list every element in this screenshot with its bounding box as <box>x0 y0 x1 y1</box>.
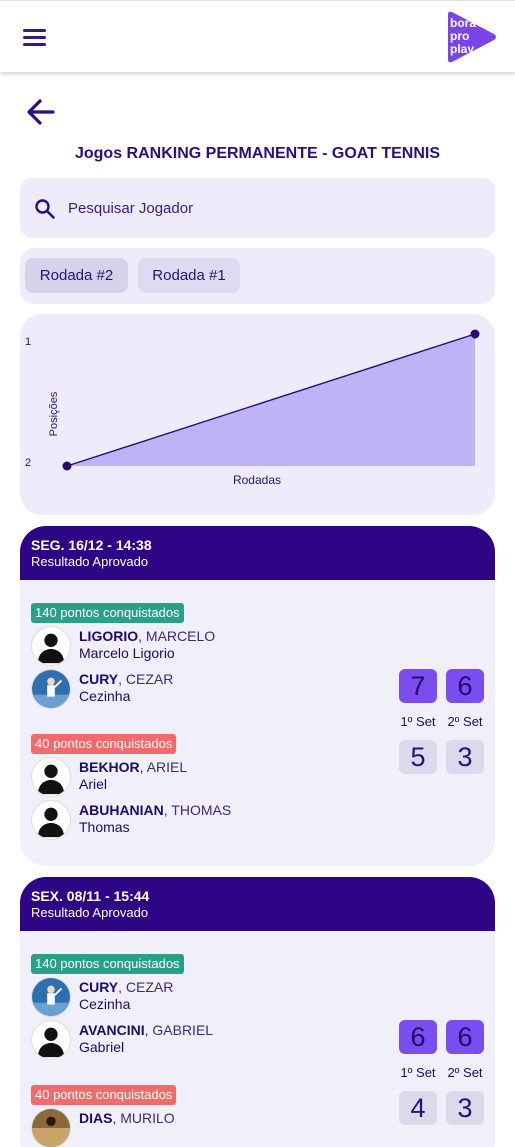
loser-set-score: 3 <box>446 1091 484 1125</box>
default-avatar[interactable] <box>31 626 71 666</box>
player-photo-avatar[interactable] <box>31 977 71 1017</box>
winner-set-score: 6 <box>446 1020 484 1054</box>
svg-text:play: play <box>450 42 474 56</box>
bora-pro-play-logo[interactable]: bora pro play <box>444 11 498 63</box>
default-avatar[interactable] <box>31 757 71 797</box>
loser-points-badge: 40 pontos conquistados <box>31 734 177 754</box>
player-row: DIAS, MURILO <box>31 1108 331 1147</box>
match-status: Resultado Aprovado <box>31 554 149 569</box>
player-row: CURY, CEZAR Cezinha <box>31 977 331 1017</box>
player-name[interactable]: BEKHOR, ARIEL <box>79 759 187 775</box>
loser-set-score: 3 <box>446 740 484 774</box>
hamburger-menu-icon[interactable] <box>22 26 48 48</box>
player-nickname: Cezinha <box>79 688 131 704</box>
default-avatar[interactable] <box>31 1020 71 1060</box>
round-chip-1[interactable]: Rodada #1 <box>138 258 240 293</box>
player-nickname: Gabriel <box>79 1039 125 1055</box>
winner-points-badge: 140 pontos conquistados <box>31 603 184 623</box>
match-card[interactable]: SEG. 16/12 - 14:38 Resultado Aprovado 14… <box>20 526 495 866</box>
player-name[interactable]: CURY, CEZAR <box>79 979 173 995</box>
set-label: 2º Set <box>447 714 483 729</box>
match-card[interactable]: SEX. 08/11 - 15:44 Resultado Aprovado 14… <box>20 877 495 1147</box>
player-row: CURY, CEZAR Cezinha <box>31 669 331 709</box>
player-row: LIGORIO, MARCELO Marcelo Ligorio <box>31 626 331 666</box>
y-axis-label: Posições <box>48 391 60 436</box>
search-icon <box>35 199 55 219</box>
set-label: 1º Set <box>400 1065 436 1080</box>
player-row: ABUHANIAN, THOMAS Thomas <box>31 800 331 840</box>
winner-points-badge: 140 pontos conquistados <box>31 954 184 974</box>
round-chip-2[interactable]: Rodada #2 <box>25 258 128 293</box>
loser-set-score: 4 <box>399 1091 437 1125</box>
winner-set-score: 7 <box>399 669 437 703</box>
chart-plot: 1 2 Posições Rodadas <box>25 329 480 487</box>
chart-data-point[interactable] <box>62 461 72 471</box>
y-tick-label: 1 <box>25 336 31 348</box>
match-status: Resultado Aprovado <box>31 905 149 920</box>
player-name[interactable]: CURY, CEZAR <box>79 671 173 687</box>
arrow-left-icon[interactable] <box>24 95 58 129</box>
player-name[interactable]: DIAS, MURILO <box>79 1110 175 1126</box>
winner-set-score: 6 <box>446 669 484 703</box>
player-name[interactable]: ABUHANIAN, THOMAS <box>79 802 231 818</box>
set-label: 1º Set <box>400 714 436 729</box>
player-photo-avatar[interactable] <box>31 669 71 709</box>
player-row: AVANCINI, GABRIEL Gabriel <box>31 1020 331 1060</box>
page-title: Jogos RANKING PERMANENTE - GOAT TENNIS <box>74 145 441 162</box>
svg-text:bora: bora <box>450 16 476 30</box>
y-tick-label: 2 <box>25 457 31 469</box>
default-avatar[interactable] <box>31 800 71 840</box>
player-nickname: Thomas <box>79 819 130 835</box>
player-name[interactable]: LIGORIO, MARCELO <box>79 628 215 644</box>
position-chart: 1 2 Posições Rodadas <box>20 314 495 515</box>
set-label: 2º Set <box>447 1065 483 1080</box>
player-photo-avatar[interactable] <box>31 1108 71 1147</box>
x-axis-label: Rodadas <box>233 473 281 487</box>
player-nickname: Marcelo Ligorio <box>79 645 175 661</box>
top-app-bar: bora pro play <box>0 0 515 72</box>
chart-data-point[interactable] <box>470 329 480 339</box>
loser-set-score: 5 <box>399 740 437 774</box>
winner-set-score: 6 <box>399 1020 437 1054</box>
player-name[interactable]: AVANCINI, GABRIEL <box>79 1022 213 1038</box>
search-input[interactable] <box>68 193 468 223</box>
match-header: SEX. 08/11 - 15:44 Resultado Aprovado <box>20 877 495 931</box>
player-row: BEKHOR, ARIEL Ariel <box>31 757 331 797</box>
svg-text:pro: pro <box>450 29 469 43</box>
player-nickname: Cezinha <box>79 996 131 1012</box>
player-nickname: Ariel <box>79 776 108 792</box>
match-date: SEG. 16/12 - 14:38 <box>31 537 152 553</box>
match-date: SEX. 08/11 - 15:44 <box>31 888 150 904</box>
match-header: SEG. 16/12 - 14:38 Resultado Aprovado <box>20 526 495 580</box>
loser-points-badge: 40 pontos conquistados <box>31 1085 177 1105</box>
